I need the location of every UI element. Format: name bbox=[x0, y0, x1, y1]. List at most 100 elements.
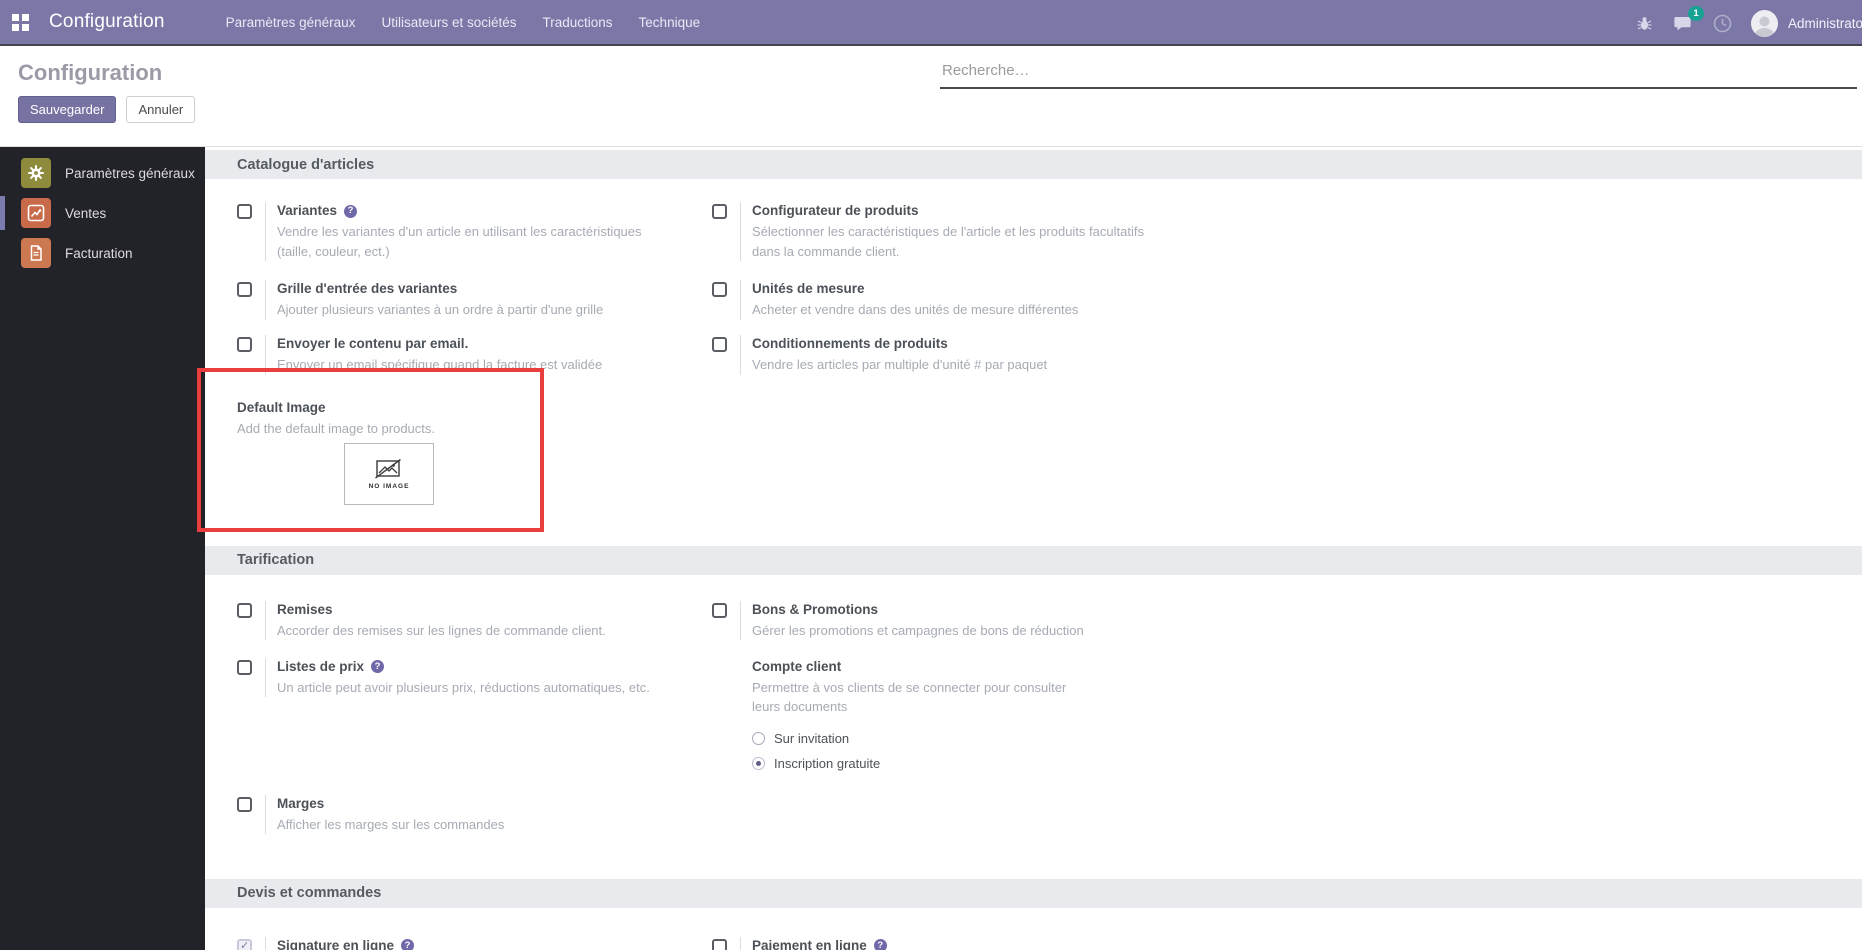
setting-label: Envoyer le contenu par email. bbox=[277, 336, 469, 351]
sidebar-item-label: Ventes bbox=[65, 205, 107, 221]
bons-checkbox[interactable] bbox=[712, 602, 727, 618]
sidebar-item-label: Paramètres généraux bbox=[65, 165, 195, 181]
marges-checkbox[interactable] bbox=[237, 796, 252, 812]
no-image-icon bbox=[375, 458, 401, 479]
setting-divider bbox=[265, 335, 266, 375]
page-title: Configuration bbox=[18, 60, 163, 85]
setting-configurateur-produits: Configurateur de produits Sélectionner l… bbox=[712, 201, 1862, 261]
debug-bug-icon[interactable] bbox=[1634, 13, 1654, 33]
sidebar-item-parametres-generaux[interactable]: Paramètres généraux bbox=[0, 153, 205, 193]
search-input[interactable] bbox=[940, 56, 1857, 89]
setting-divider bbox=[265, 280, 266, 320]
configurateur-checkbox[interactable] bbox=[712, 204, 727, 219]
conditionnements-checkbox[interactable] bbox=[712, 337, 727, 352]
odoo-settings-window: Configuration Paramètres généraux Utilis… bbox=[0, 0, 1862, 950]
setting-label: Compte client bbox=[752, 658, 842, 674]
gear-icon bbox=[21, 158, 51, 188]
setting-bons-promotions: Bons & Promotions Gérer les promotions e… bbox=[712, 600, 1862, 640]
help-icon[interactable]: ? bbox=[371, 660, 385, 673]
paiement-checkbox[interactable] bbox=[712, 938, 727, 950]
activities-clock-icon[interactable] bbox=[1712, 13, 1732, 33]
radio-option-sur-invitation[interactable]: Sur invitation bbox=[752, 726, 1097, 751]
default-image-upload[interactable]: NO IMAGE bbox=[344, 442, 434, 505]
setting-divider bbox=[265, 657, 266, 697]
top-navbar: Configuration Paramètres généraux Utilis… bbox=[0, 0, 1862, 46]
setting-label: Unités de mesure bbox=[752, 281, 865, 296]
setting-desc: Vendre les variantes d'un article en uti… bbox=[277, 224, 642, 259]
setting-paiement-en-ligne: Paiement en ligne? Nécessite un paiement… bbox=[712, 936, 1862, 950]
setting-desc: Sélectionner les caractéristiques de l'a… bbox=[752, 224, 1144, 259]
setting-desc: Permettre à vos clients de se connecter … bbox=[752, 679, 1067, 715]
save-button[interactable]: Sauvegarder bbox=[18, 96, 117, 123]
unites-checkbox[interactable] bbox=[712, 282, 727, 297]
menu-technique[interactable]: Technique bbox=[626, 0, 714, 45]
compte-client-options: Sur invitation Inscription gratuite bbox=[752, 726, 1097, 776]
cancel-button[interactable]: Annuler bbox=[126, 96, 196, 123]
settings-content: Catalogue d'articles Variantes? Vendre l… bbox=[205, 147, 1862, 950]
setting-divider bbox=[740, 936, 741, 950]
setting-label: Bons & Promotions bbox=[752, 601, 879, 617]
settings-sidebar: Paramètres généraux Ventes Facturation bbox=[0, 147, 205, 950]
setting-listes-de-prix: Listes de prix? Un article peut avoir pl… bbox=[237, 657, 712, 697]
sidebar-item-ventes[interactable]: Ventes bbox=[0, 193, 205, 233]
radio-icon-selected[interactable] bbox=[752, 756, 765, 770]
section-header-catalogue: Catalogue d'articles bbox=[205, 150, 1862, 179]
setting-marges: Marges Afficher les marges sur les comma… bbox=[237, 794, 712, 834]
setting-divider bbox=[740, 335, 741, 375]
apps-menu-icon[interactable] bbox=[12, 13, 29, 31]
setting-signature-en-ligne: Signature en ligne? Demander une signatu… bbox=[237, 936, 712, 950]
setting-remises: Remises Accorder des remises sur les lig… bbox=[237, 600, 712, 640]
setting-label: Default Image bbox=[237, 400, 326, 415]
setting-desc: Acheter et vendre dans des unités de mes… bbox=[752, 302, 1079, 317]
help-icon[interactable]: ? bbox=[401, 939, 415, 950]
no-image-label: NO IMAGE bbox=[368, 482, 410, 490]
setting-divider bbox=[740, 600, 741, 640]
listes-checkbox[interactable] bbox=[237, 659, 252, 675]
sidebar-item-facturation[interactable]: Facturation bbox=[0, 233, 205, 273]
control-panel: Configuration Sauvegarder Annuler bbox=[0, 48, 1862, 147]
message-count-badge: 1 bbox=[1688, 6, 1704, 21]
setting-compte-client: Compte client Permettre à vos clients de… bbox=[712, 657, 1862, 776]
sidebar-item-label: Facturation bbox=[65, 245, 133, 261]
messages-icon[interactable]: 1 bbox=[1673, 6, 1704, 33]
help-icon[interactable]: ? bbox=[344, 204, 358, 218]
setting-divider bbox=[740, 280, 741, 320]
setting-desc: Ajouter plusieurs variantes à un ordre à… bbox=[277, 302, 604, 317]
variantes-checkbox[interactable] bbox=[237, 204, 252, 219]
setting-label: Signature en ligne bbox=[277, 937, 395, 950]
setting-divider bbox=[265, 936, 266, 950]
setting-divider bbox=[265, 202, 266, 261]
setting-label: Paiement en ligne bbox=[752, 937, 867, 950]
help-icon[interactable]: ? bbox=[873, 939, 887, 950]
section-header-tarification: Tarification bbox=[205, 545, 1862, 575]
section-header-devis-commandes: Devis et commandes bbox=[205, 878, 1862, 908]
setting-unites-mesure: Unités de mesure Acheter et vendre dans … bbox=[712, 279, 1862, 320]
setting-desc: Un article peut avoir plusieurs prix, ré… bbox=[277, 679, 650, 695]
grille-checkbox[interactable] bbox=[237, 282, 252, 297]
setting-label: Remises bbox=[277, 601, 333, 617]
user-avatar[interactable] bbox=[1751, 9, 1778, 37]
setting-grille-variantes: Grille d'entrée des variantes Ajouter pl… bbox=[237, 279, 712, 320]
signature-checkbox-checked[interactable] bbox=[237, 938, 252, 950]
menu-utilisateurs-societes[interactable]: Utilisateurs et sociétés bbox=[368, 0, 529, 45]
setting-divider bbox=[265, 600, 266, 640]
setting-variantes: Variantes? Vendre les variantes d'un art… bbox=[237, 201, 712, 261]
setting-desc: Envoyer un email spécifique quand la fac… bbox=[277, 357, 603, 372]
radio-option-inscription-gratuite[interactable]: Inscription gratuite bbox=[752, 751, 1097, 776]
email-checkbox[interactable] bbox=[237, 337, 252, 352]
menu-parametres-generaux[interactable]: Paramètres généraux bbox=[213, 0, 369, 45]
invoice-icon bbox=[21, 238, 51, 268]
sales-chart-icon bbox=[21, 198, 51, 228]
setting-label: Marges bbox=[277, 795, 325, 811]
setting-conditionnements: Conditionnements de produits Vendre les … bbox=[712, 334, 1862, 375]
setting-label: Configurateur de produits bbox=[752, 203, 919, 218]
radio-icon[interactable] bbox=[752, 731, 765, 745]
setting-desc: Add the default image to products. bbox=[237, 421, 436, 436]
remises-checkbox[interactable] bbox=[237, 602, 252, 618]
user-menu[interactable]: Administrator ( bbox=[1788, 16, 1862, 31]
setting-divider bbox=[265, 794, 266, 834]
setting-label: Grille d'entrée des variantes bbox=[277, 281, 458, 296]
menu-traductions[interactable]: Traductions bbox=[530, 0, 626, 45]
setting-envoyer-email: Envoyer le contenu par email. Envoyer un… bbox=[237, 334, 712, 375]
setting-default-image: Default Image Add the default image to p… bbox=[237, 398, 1862, 505]
